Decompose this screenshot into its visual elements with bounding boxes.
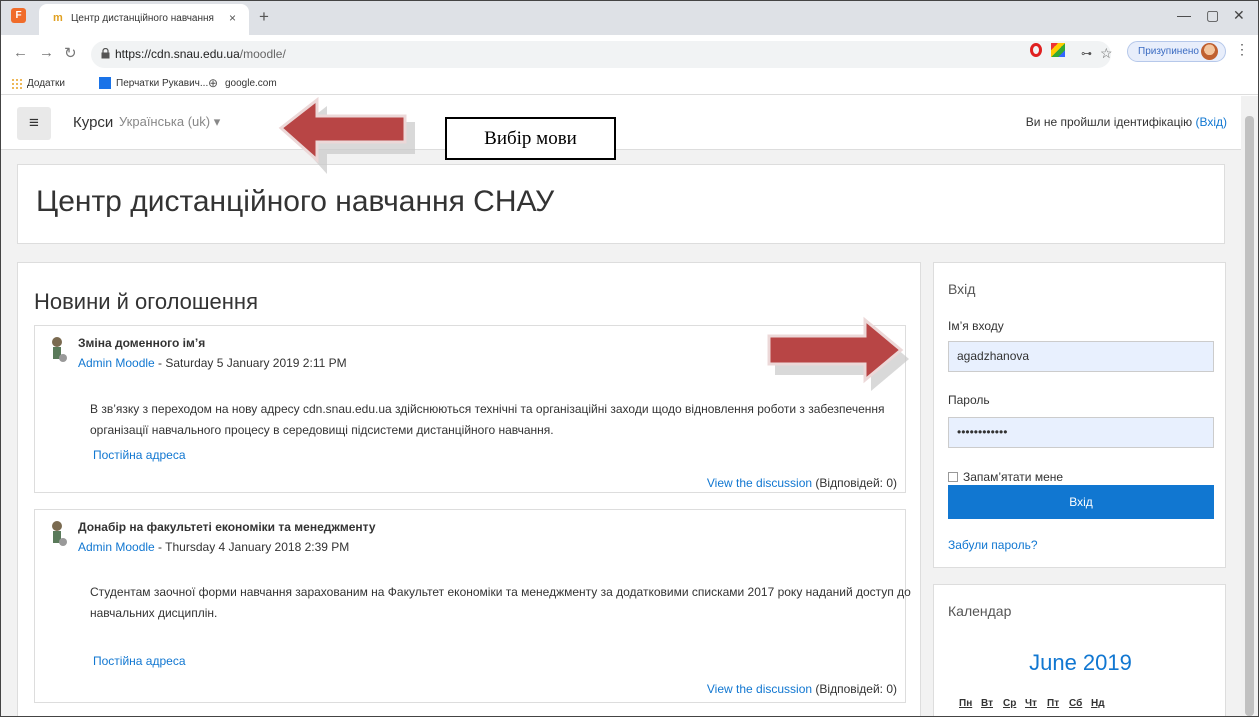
login-block: Вхід Ім’я входу agadzhanova Пароль •••••…: [933, 262, 1226, 568]
post-date: - Saturday 5 January 2019 2:11 PM: [154, 356, 347, 370]
news-heading: Новини й оголошення: [34, 289, 258, 314]
scrollbar-thumb[interactable]: [1245, 116, 1254, 716]
site-header-card: Центр дистанційного навчання СНАУ: [17, 164, 1225, 244]
weekday-label: Чт: [1025, 698, 1037, 709]
username-input[interactable]: agadzhanova: [948, 341, 1214, 372]
moodle-navbar: ≡ Курси Українська (uk) ▾ Ви не пройшли …: [1, 96, 1241, 150]
post-author[interactable]: Admin Moodle: [78, 356, 155, 370]
site-title: Центр дистанційного навчання СНАУ: [36, 185, 555, 218]
close-window-icon[interactable]: ✕: [1233, 7, 1245, 24]
checkbox-icon[interactable]: [948, 472, 958, 482]
calendar-month[interactable]: June 2019: [934, 650, 1227, 676]
post-subject[interactable]: Донабір на факультеті економіки та менед…: [78, 520, 376, 534]
calendar-weekdays: Пн Вт Ср Чт Пт Сб Нд: [959, 698, 1113, 709]
weekday-label: Пт: [1047, 698, 1060, 709]
back-arrow-icon[interactable]: ←: [13, 44, 28, 61]
tab-title: Центр дистанційного навчання: [71, 13, 214, 24]
profile-avatar[interactable]: [1201, 43, 1218, 60]
minimize-icon[interactable]: —: [1177, 7, 1191, 23]
hamburger-menu-button[interactable]: ≡: [17, 107, 51, 140]
bookmark-apps[interactable]: Додатки: [27, 78, 65, 89]
discussion-line: View the discussion (Відповідей: 0): [707, 682, 897, 696]
language-selector[interactable]: Українська (uk) ▾: [119, 114, 220, 130]
key-icon[interactable]: ⊶: [1081, 47, 1092, 60]
moodle-favicon-icon: m: [53, 12, 63, 24]
url-host: https://cdn.snau.edu.ua: [115, 47, 240, 61]
url-text: https://cdn.snau.edu.ua/moodle/: [115, 47, 286, 61]
post-author-line: Admin Moodle - Saturday 5 January 2019 2…: [78, 356, 347, 370]
courses-link[interactable]: Курси: [73, 114, 113, 131]
forgot-password-link[interactable]: Забули пароль?: [948, 538, 1038, 552]
forward-arrow-icon[interactable]: →: [39, 44, 54, 61]
new-tab-button[interactable]: +: [259, 7, 269, 27]
weekday-label: Пн: [959, 698, 973, 709]
opera-extension-icon[interactable]: [1030, 43, 1042, 57]
bookmark-star-icon[interactable]: ☆: [1100, 45, 1113, 62]
tab-close-icon[interactable]: ×: [229, 11, 236, 25]
news-post: Донабір на факультеті економіки та менед…: [34, 509, 911, 703]
reply-count: (Відповідей: 0): [812, 476, 897, 490]
permalink-link[interactable]: Постійна адреса: [93, 448, 186, 462]
apps-grid-icon: [11, 78, 22, 89]
annotation-callout: Вибір мови: [445, 117, 616, 160]
view-discussion-link[interactable]: View the discussion: [707, 682, 812, 696]
username-label: Ім’я входу: [948, 319, 1004, 333]
login-link[interactable]: (Вхід): [1195, 115, 1227, 129]
password-label: Пароль: [948, 393, 990, 407]
post-author-line: Admin Moodle - Thursday 4 January 2018 2…: [78, 540, 349, 554]
post-body: Студентам заочної форми навчання зарахов…: [90, 585, 911, 620]
weekday-label: Сб: [1069, 698, 1083, 709]
user-avatar-icon: [52, 337, 67, 362]
view-discussion-link[interactable]: View the discussion: [707, 476, 812, 490]
weekday-label: Ср: [1003, 698, 1017, 709]
reload-icon[interactable]: ↻: [64, 44, 77, 62]
remember-me-label: Запам’ятати мене: [963, 470, 1064, 484]
browser-window: F m Центр дистанційного навчання × + — ▢…: [0, 0, 1259, 717]
post-date: - Thursday 4 January 2018 2:39 PM: [154, 540, 350, 554]
annotation-arrow-left-icon: [278, 96, 415, 174]
post-body: В зв’язку з переходом на нову адресу cdn…: [90, 402, 885, 437]
bookmark-google[interactable]: google.com: [225, 78, 277, 89]
maximize-icon[interactable]: ▢: [1206, 7, 1219, 24]
permalink-link[interactable]: Постійна адреса: [93, 654, 186, 668]
url-bar[interactable]: https://cdn.snau.edu.ua/moodle/ ⊶ ☆: [91, 41, 1113, 68]
post-author[interactable]: Admin Moodle: [78, 540, 155, 554]
address-toolbar: ← → ↻ https://cdn.snau.edu.ua/moodle/ ⊶ …: [1, 35, 1258, 73]
remember-me-checkbox[interactable]: Запам’ятати мене: [948, 470, 1063, 484]
extension-icon[interactable]: [1051, 43, 1065, 57]
app-icon[interactable]: F: [11, 8, 26, 23]
reply-count: (Відповідей: 0): [812, 682, 897, 696]
bookmarks-bar: Додатки Перчатки Рукавич... ⊕ google.com: [1, 73, 1258, 95]
user-avatar-icon: [52, 521, 67, 546]
login-button[interactable]: Вхід: [948, 485, 1214, 519]
browser-menu-icon[interactable]: ⋮: [1235, 41, 1249, 58]
weekday-label: Вт: [981, 698, 993, 709]
tab-bar: F m Центр дистанційного навчання × + — ▢…: [1, 1, 1258, 35]
login-status-text: Ви не пройшли ідентифікацію: [1025, 115, 1193, 129]
globe-icon: ⊕: [208, 76, 219, 90]
bookmark-favicon-icon: [99, 77, 111, 89]
lock-icon: [101, 48, 110, 59]
url-path: /moodle/: [239, 47, 286, 61]
post-subject[interactable]: Зміна доменного ім’я: [78, 336, 205, 350]
weekday-label: Нд: [1091, 698, 1105, 709]
page-scrollbar[interactable]: [1241, 96, 1258, 716]
calendar-block: Календар June 2019 Пн Вт Ср Чт Пт Сб Нд: [933, 584, 1227, 716]
browser-tab[interactable]: m Центр дистанційного навчання ×: [39, 4, 249, 35]
moodle-page: ≡ Курси Українська (uk) ▾ Ви не пройшли …: [1, 96, 1241, 716]
login-status: Ви не пройшли ідентифікацію (Вхід): [1026, 115, 1227, 129]
annotation-arrow-right-icon: [767, 316, 909, 391]
login-title: Вхід: [948, 281, 976, 297]
password-input[interactable]: ••••••••••••: [948, 417, 1214, 448]
bookmark-gloves[interactable]: Перчатки Рукавич...: [116, 78, 208, 89]
calendar-title: Календар: [948, 603, 1012, 619]
discussion-line: View the discussion (Відповідей: 0): [707, 476, 897, 490]
